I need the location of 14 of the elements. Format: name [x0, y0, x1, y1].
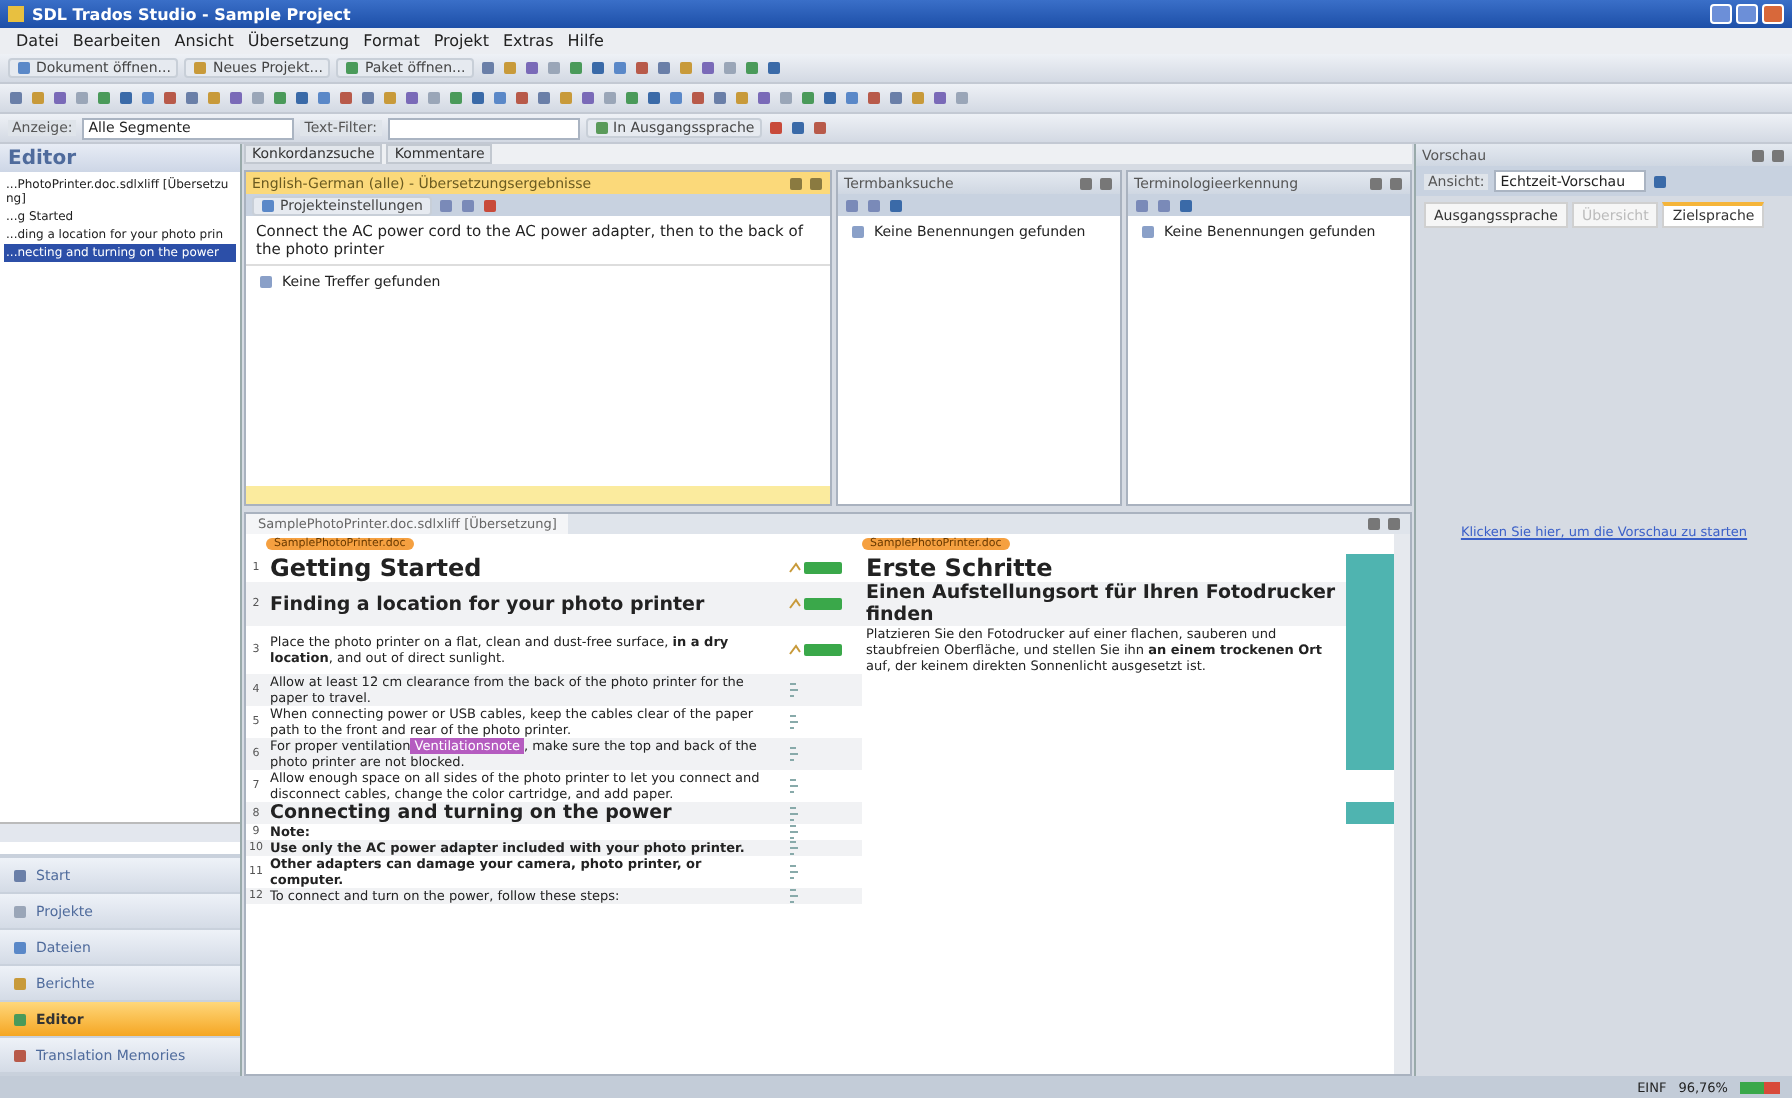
menu-item[interactable]: Bearbeiten [72, 32, 161, 50]
menu-item[interactable]: Hilfe [567, 32, 604, 50]
menu-item[interactable]: Projekt [433, 32, 489, 50]
source-segment[interactable]: Connecting and turning on the power [266, 802, 782, 824]
source-segment[interactable]: Finding a location for your photo printer [266, 582, 782, 626]
target-segment[interactable]: Erste Schritte [862, 554, 1346, 582]
source-segment[interactable]: Getting Started [266, 554, 782, 582]
menu-item[interactable]: Übersetzung [247, 32, 350, 50]
menu-item[interactable]: Datei [16, 32, 59, 50]
sidebar-title: Editor [8, 147, 76, 169]
menu-item[interactable]: Ansicht [174, 32, 234, 50]
menu-item[interactable]: Extras [502, 32, 554, 50]
window-title: SDL Trados Studio - Sample Project [32, 5, 353, 23]
menu-item[interactable]: Format [363, 32, 420, 50]
